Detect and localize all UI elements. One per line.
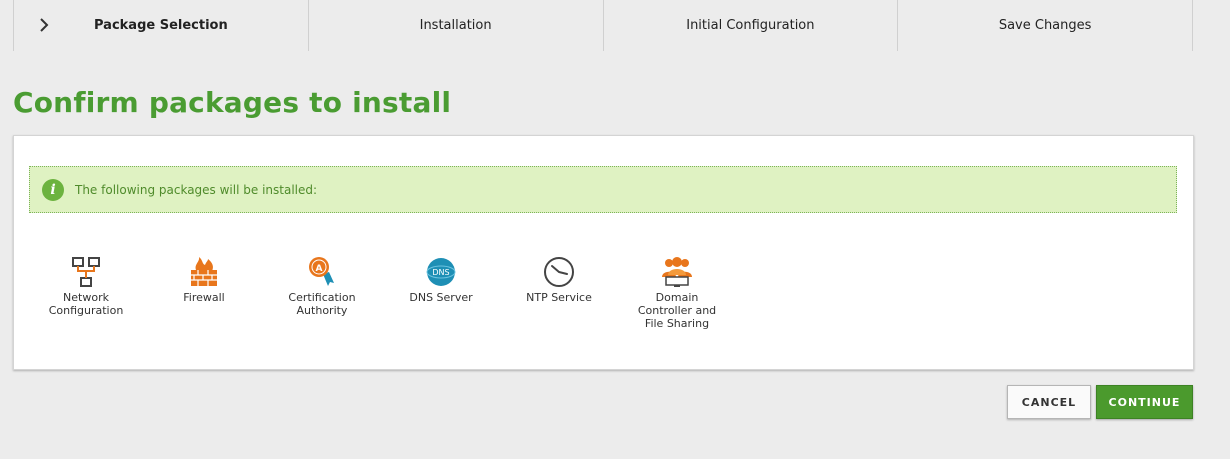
step-label: Save Changes	[998, 18, 1092, 33]
package-domain-controller: Domain Controller and File Sharing	[627, 256, 727, 330]
packages-panel: i The following packages will be install…	[13, 135, 1194, 370]
package-label: DNS Server	[409, 291, 473, 304]
dns-icon-text: DNS	[432, 268, 449, 277]
step-initial-configuration[interactable]: Initial Configuration	[602, 0, 898, 51]
step-save-changes[interactable]: Save Changes	[897, 0, 1193, 51]
package-dns-server: DNS DNS Server	[391, 256, 491, 304]
cancel-button[interactable]: CANCEL	[1007, 385, 1091, 419]
step-package-selection[interactable]: Package Selection	[13, 0, 308, 51]
package-label: Network Configuration	[48, 291, 124, 317]
continue-button[interactable]: CONTINUE	[1096, 385, 1193, 419]
certificate-icon: A	[309, 257, 334, 286]
network-icon	[72, 257, 100, 287]
info-notice: i The following packages will be install…	[29, 166, 1177, 213]
package-label: NTP Service	[526, 291, 592, 304]
notice-message: The following packages will be installed…	[75, 182, 318, 197]
wizard-steps: Package Selection Installation Initial C…	[13, 0, 1193, 51]
package-firewall: Firewall	[154, 256, 254, 304]
package-label: Certification Authority	[288, 291, 356, 317]
step-label: Package Selection	[94, 18, 228, 33]
package-label: Domain Controller and File Sharing	[637, 291, 717, 330]
page-title: Confirm packages to install	[13, 86, 452, 119]
info-icon: i	[42, 178, 64, 201]
package-certification-authority: A Certification Authority	[272, 256, 372, 317]
step-label: Initial Configuration	[686, 18, 815, 33]
package-network-configuration: Network Configuration	[36, 256, 136, 317]
svg-text:A: A	[316, 264, 323, 274]
chevron-right-icon	[40, 18, 49, 32]
package-label: Firewall	[183, 291, 225, 304]
users-icon	[662, 257, 692, 287]
step-installation[interactable]: Installation	[307, 0, 603, 51]
package-ntp-service: NTP Service	[509, 256, 609, 304]
clock-icon	[544, 257, 574, 287]
dns-icon: DNS	[426, 258, 456, 286]
step-label: Installation	[419, 18, 492, 33]
package-list: Network Configuration Firewall A Certifi…	[14, 256, 1193, 336]
firewall-icon	[191, 257, 217, 286]
